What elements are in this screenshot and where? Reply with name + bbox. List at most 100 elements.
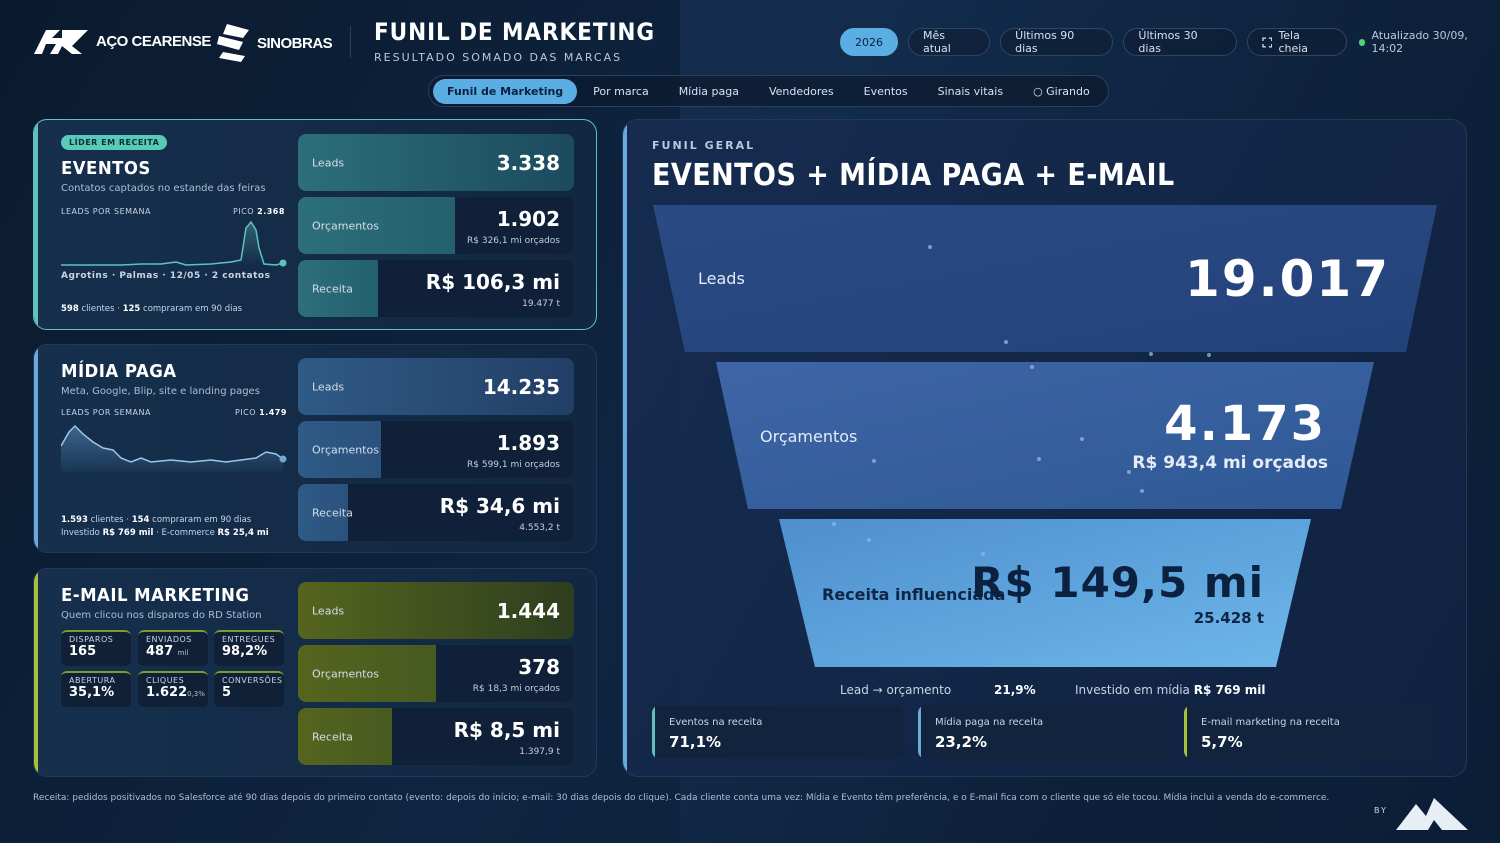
rec-value: R$ 34,6 mi xyxy=(439,494,560,518)
email-card: E-MAIL MARKETING Quem clicou nos disparo… xyxy=(33,568,597,777)
midia-title: MÍDIA PAGA xyxy=(61,361,177,382)
kpi-value: 35,1% xyxy=(69,685,115,700)
email-rec-metric: Receita R$ 8,5 mi 1.397,9 t xyxy=(298,708,574,765)
updated-status: Atualizado 30/09, 14:02 xyxy=(1358,29,1500,55)
filter-current-month[interactable]: Mês atual xyxy=(908,28,991,56)
tab-girando[interactable]: ○ Girando xyxy=(1019,79,1104,104)
card-accent xyxy=(34,345,38,552)
eventos-chart-label: LEADS POR SEMANA xyxy=(61,207,151,216)
invest-value: R$ 769 mil xyxy=(102,528,154,538)
share-value: 71,1% xyxy=(669,733,722,751)
orc-value: 378 xyxy=(518,655,560,679)
aco-cearense-mark-icon xyxy=(34,30,88,54)
aco-cearense-logo: AÇO CEARENSE xyxy=(32,26,211,56)
leads-value: 3.338 xyxy=(496,150,560,175)
eventos-footer: 598 clientes · 125 compraram em 90 dias xyxy=(61,304,242,314)
email-orc-metric: Orçamentos 378 R$ 18,3 mi orçados xyxy=(298,645,574,702)
rec-label: Receita xyxy=(312,730,353,743)
nav-tabs: Funil de Marketing Por marca Mídia paga … xyxy=(428,75,1109,107)
eventos-rec-metric: Receita R$ 106,3 mi 19.477 t xyxy=(298,260,574,317)
ecom-value: R$ 25,4 mi xyxy=(217,528,269,538)
page-title: FUNIL DE MARKETING xyxy=(374,18,656,46)
brand1-label: AÇO CEARENSE xyxy=(96,32,211,50)
funnel-leads-label: Leads xyxy=(698,269,745,288)
rec-label: Receita xyxy=(312,282,353,295)
by-label: BY xyxy=(1374,806,1388,815)
rec-sub: 19.477 t xyxy=(522,299,560,309)
tab-sinais-vitais[interactable]: Sinais vitais xyxy=(924,79,1017,104)
orc-value: 1.902 xyxy=(496,207,560,231)
share-label: E-mail marketing na receita xyxy=(1201,717,1340,728)
share-midia: Mídia paga na receita 23,2% xyxy=(918,705,1170,759)
share-value: 23,2% xyxy=(935,733,988,751)
rec-value: R$ 106,3 mi xyxy=(425,270,560,294)
kpi-value: 165 xyxy=(69,644,97,659)
peak-label: PICO xyxy=(233,207,255,216)
midia-leads-metric: Leads 14.235 xyxy=(298,358,574,415)
card-accent xyxy=(34,569,38,776)
kpi-value: 98,2% xyxy=(222,644,268,659)
eventos-sparkline xyxy=(61,220,287,267)
page-subtitle: RESULTADO SOMADO DAS MARCAS xyxy=(374,51,623,64)
midia-footer-2: Investido R$ 769 mil · E-commerce R$ 25,… xyxy=(61,528,269,538)
filter-last-90-days[interactable]: Últimos 90 dias xyxy=(1000,28,1114,56)
share-value: 5,7% xyxy=(1201,733,1243,751)
invest-label: Investido em mídia xyxy=(1075,683,1190,697)
period-filters: 2026 Mês atual Últimos 90 dias Últimos 3… xyxy=(840,28,1500,56)
filter-last-30-days[interactable]: Últimos 30 dias xyxy=(1123,28,1237,56)
email-title: E-MAIL MARKETING xyxy=(61,585,250,606)
tab-vendedores[interactable]: Vendedores xyxy=(755,79,848,104)
midia-chart-label: LEADS POR SEMANA xyxy=(61,408,151,417)
kpi-value: 5 xyxy=(222,685,232,700)
funnel-orc-label: Orçamentos xyxy=(760,427,858,446)
tab-funil[interactable]: Funil de Marketing xyxy=(433,78,578,104)
tab-eventos[interactable]: Eventos xyxy=(850,79,922,104)
peak-value: 1.479 xyxy=(259,408,287,417)
eventos-title: EVENTOS xyxy=(61,158,151,179)
clients-value: 598 xyxy=(61,304,79,314)
leads-label: Leads xyxy=(312,156,345,169)
share-accent xyxy=(1184,705,1187,759)
eventos-peak: PICO 2.368 xyxy=(233,207,285,216)
header-divider xyxy=(350,26,351,58)
eventos-subtitle: Contatos captados no estande das feiras xyxy=(61,183,266,194)
midia-orc-metric: Orçamentos 1.893 R$ 599,1 mi orçados xyxy=(298,421,574,478)
share-label: Eventos na receita xyxy=(669,717,763,728)
leads-label: Leads xyxy=(312,380,345,393)
eventos-orc-metric: Orçamentos 1.902 R$ 326,1 mi orçados xyxy=(298,197,574,254)
invest-text: Investido xyxy=(61,528,100,538)
footnote: Receita: pedidos positivados no Salesfor… xyxy=(33,793,1330,803)
fullscreen-button[interactable]: Tela cheia xyxy=(1246,28,1347,56)
kpi-label: ABERTURA xyxy=(69,676,116,685)
midia-card: MÍDIA PAGA Meta, Google, Blip, site e la… xyxy=(33,344,597,553)
orc-label: Orçamentos xyxy=(312,443,379,456)
orc-value: 1.893 xyxy=(496,431,560,455)
conversion-value: 21,9% xyxy=(994,683,1036,697)
eventos-card: LÍDER EM RECEITA EVENTOS Contatos captad… xyxy=(33,119,597,330)
rec-sub: 4.553,2 t xyxy=(519,523,560,533)
kpi-conversoes: CONVERSÕES 5 xyxy=(214,671,284,707)
rec-value: R$ 8,5 mi xyxy=(453,718,560,742)
kpi-value: 487 mil xyxy=(146,644,189,659)
filter-2026[interactable]: 2026 xyxy=(840,28,898,56)
funnel-graphic xyxy=(653,205,1437,667)
tab-por-marca[interactable]: Por marca xyxy=(579,79,663,104)
kpi-label: CONVERSÕES xyxy=(222,676,283,685)
bought-value: 154 xyxy=(131,515,150,525)
rec-label: Receita xyxy=(312,506,353,519)
card-accent xyxy=(34,120,38,329)
clients-value: 1.593 xyxy=(61,515,88,525)
sinobras-logo: SINOBRAS xyxy=(213,22,333,64)
midia-peak: PICO 1.479 xyxy=(235,408,287,417)
bought-text: compraram em 90 dias xyxy=(143,304,243,314)
clients-text: clientes · xyxy=(90,515,130,525)
tab-midia-paga[interactable]: Mídia paga xyxy=(665,79,753,104)
share-label: Mídia paga na receita xyxy=(935,717,1044,728)
orc-label: Orçamentos xyxy=(312,667,379,680)
peak-label: PICO xyxy=(235,408,257,417)
kpi-label: DISPAROS xyxy=(69,635,114,644)
orc-label: Orçamentos xyxy=(312,219,379,232)
email-leads-metric: Leads 1.444 xyxy=(298,582,574,639)
bought-value: 125 xyxy=(122,304,141,314)
share-accent xyxy=(652,705,655,759)
